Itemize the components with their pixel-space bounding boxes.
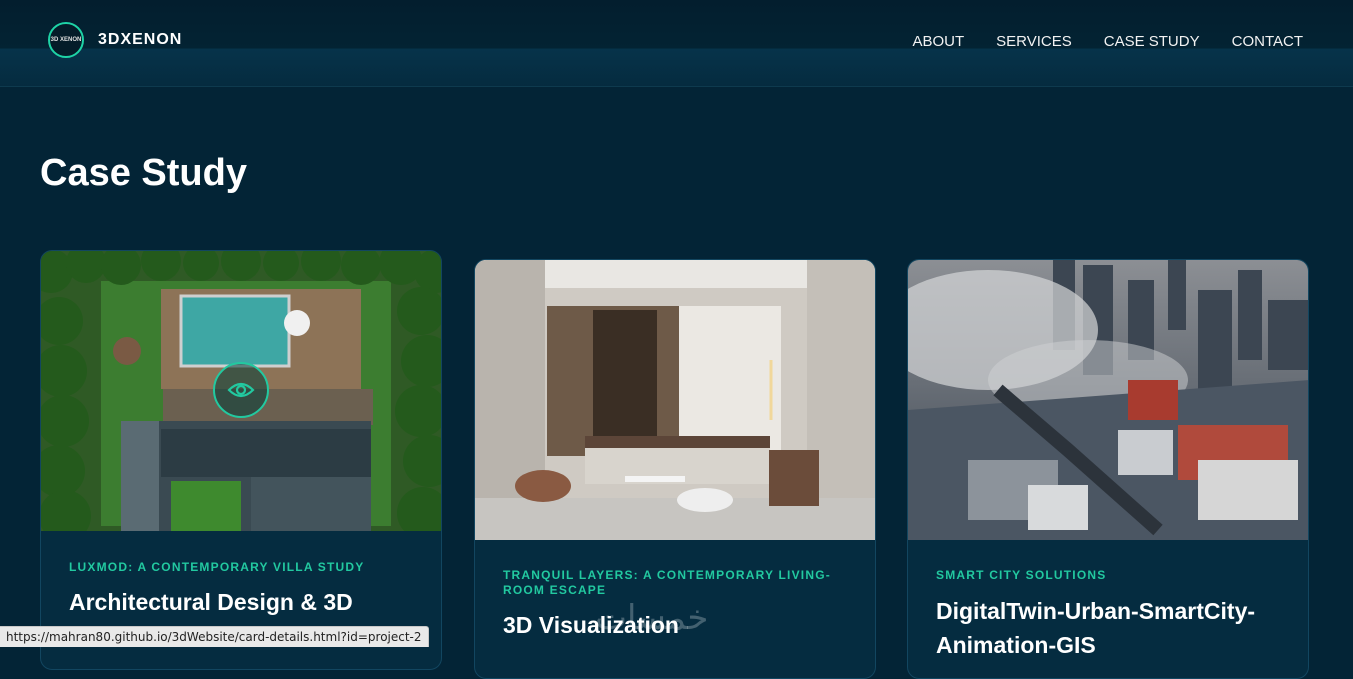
site-header: 3D XENON 3DXENON ABOUT SERVICES CASE STU… — [0, 0, 1353, 87]
smart-city-image — [908, 260, 1308, 540]
nav-contact[interactable]: CONTACT — [1232, 33, 1303, 50]
link-status-bar: https://mahran80.github.io/3dWebsite/car… — [0, 626, 429, 647]
logo-badge: 3D XENON — [48, 22, 84, 58]
nav-about[interactable]: ABOUT — [912, 33, 964, 50]
case-study-card-smart-city[interactable]: SMART CITY SOLUTIONS DigitalTwin-Urban-S… — [907, 259, 1309, 679]
card-category: SMART CITY SOLUTIONS — [936, 568, 1107, 582]
card-category: LUXMOD: A CONTEMPORARY VILLA STUDY — [69, 560, 365, 574]
villa-aerial-image — [41, 251, 441, 531]
card-category: TRANQUIL LAYERS: A CONTEMPORARY LIVING-R… — [503, 568, 831, 597]
main-nav: ABOUT SERVICES CASE STUDY CONTACT — [880, 33, 1303, 50]
watermark-logo: خمسات — [595, 598, 709, 638]
brand-name: 3DXENON — [98, 31, 183, 48]
page-title: Case Study — [40, 152, 247, 194]
card-title[interactable]: DigitalTwin-Urban-SmartCity-Animation-GI… — [936, 594, 1286, 662]
living-room-image — [475, 260, 875, 540]
logo[interactable]: 3D XENON 3DXENON — [48, 22, 182, 58]
case-study-card-villa[interactable]: LUXMOD: A CONTEMPORARY VILLA STUDY Archi… — [40, 250, 442, 670]
nav-services[interactable]: SERVICES — [996, 33, 1072, 50]
view-eye-icon[interactable] — [213, 362, 269, 418]
nav-case-study[interactable]: CASE STUDY — [1104, 33, 1200, 50]
